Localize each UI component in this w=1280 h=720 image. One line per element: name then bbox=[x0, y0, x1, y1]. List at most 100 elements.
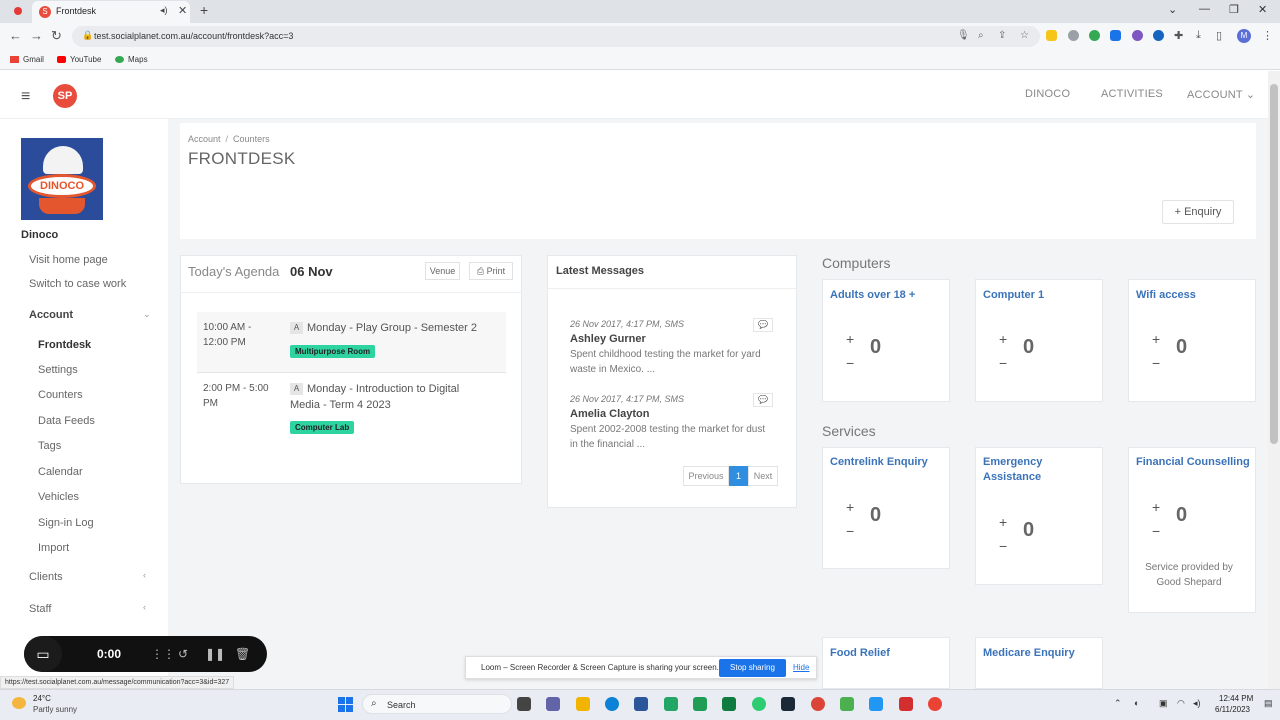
whatsapp-icon[interactable] bbox=[752, 697, 766, 711]
bookmark-gmail[interactable]: Gmail bbox=[10, 55, 44, 64]
bookmark-maps[interactable]: Maps bbox=[115, 55, 148, 64]
reply-chat-icon[interactable]: 💬 bbox=[753, 393, 773, 407]
hamburger-menu-icon[interactable]: ≡ bbox=[21, 88, 30, 106]
sidebar-item-sign-in-log[interactable]: Sign-in Log bbox=[38, 517, 94, 529]
forward-icon[interactable]: → bbox=[30, 28, 43, 43]
sidebar-item-settings[interactable]: Settings bbox=[38, 364, 78, 376]
print-button[interactable]: ⎙ Print bbox=[469, 262, 513, 280]
extension-6-icon[interactable] bbox=[1153, 30, 1164, 41]
teams-chat-icon[interactable] bbox=[546, 697, 560, 711]
clock-time[interactable]: 12:44 PM bbox=[1219, 694, 1253, 703]
camera-icon[interactable]: ▭ bbox=[24, 636, 62, 672]
increment-plus-icon[interactable]: + bbox=[999, 514, 1007, 530]
breadcrumb-account[interactable]: Account bbox=[188, 134, 221, 144]
switch-casework-link[interactable]: Switch to case work bbox=[29, 278, 126, 290]
extension-5-icon[interactable] bbox=[1132, 30, 1143, 41]
venue-button[interactable]: Venue bbox=[425, 262, 460, 280]
pager-previous[interactable]: Previous bbox=[683, 466, 729, 486]
downloads-icon[interactable]: ⤓ bbox=[1196, 29, 1201, 42]
sidebar-item-counters[interactable]: Counters bbox=[38, 389, 83, 401]
bookmark-star-icon[interactable]: ☆ bbox=[1020, 30, 1029, 41]
extension-3-icon[interactable] bbox=[1089, 30, 1100, 41]
share-icon[interactable]: ⇪ bbox=[998, 30, 1006, 41]
nav-account[interactable]: ACCOUNT ⌄ bbox=[1187, 88, 1255, 101]
enquiry-button[interactable]: + Enquiry bbox=[1162, 200, 1234, 224]
weather-sun-icon[interactable] bbox=[12, 697, 26, 709]
delete-trash-icon[interactable]: 🗑 bbox=[235, 647, 250, 661]
nav-activities[interactable]: ACTIVITIES bbox=[1101, 88, 1163, 100]
sidebar-item-frontdesk[interactable]: Frontdesk bbox=[38, 339, 91, 351]
app-icon-2[interactable] bbox=[869, 697, 883, 711]
new-tab-icon[interactable]: + bbox=[200, 2, 208, 18]
sheets-icon[interactable] bbox=[722, 697, 736, 711]
sidebar-item-calendar[interactable]: Calendar bbox=[38, 466, 83, 478]
pause-icon[interactable]: ❚❚ bbox=[205, 647, 225, 661]
snipping-icon[interactable] bbox=[840, 697, 854, 711]
decrement-minus-icon[interactable]: − bbox=[999, 355, 1007, 371]
increment-plus-icon[interactable]: + bbox=[1152, 331, 1160, 347]
tray-device-icon[interactable]: ▣ bbox=[1159, 698, 1168, 709]
reply-chat-icon[interactable]: 💬 bbox=[753, 318, 773, 332]
reload-icon[interactable]: ↻ bbox=[51, 28, 62, 44]
app-icon[interactable] bbox=[664, 697, 678, 711]
extensions-puzzle-icon[interactable]: ✚ bbox=[1174, 29, 1183, 42]
increment-plus-icon[interactable]: + bbox=[1152, 499, 1160, 515]
steam-icon[interactable] bbox=[781, 697, 795, 711]
chevron-down-icon[interactable]: ⌄ bbox=[143, 309, 151, 320]
pager-page-1[interactable]: 1 bbox=[729, 466, 748, 486]
sidebar-item-tags[interactable]: Tags bbox=[38, 440, 61, 452]
store-icon[interactable] bbox=[634, 697, 648, 711]
volume-icon[interactable]: ◂) bbox=[1193, 698, 1201, 709]
windows-start-icon[interactable] bbox=[338, 697, 353, 712]
decrement-minus-icon[interactable]: − bbox=[999, 538, 1007, 554]
tab-search-icon[interactable]: ⌄ bbox=[1168, 3, 1177, 16]
mic-icon[interactable]: 🎙 bbox=[957, 30, 970, 41]
chevron-left-icon[interactable]: ‹ bbox=[143, 602, 146, 612]
clock-date[interactable]: 6/11/2023 bbox=[1215, 705, 1250, 714]
chevron-left-icon[interactable]: ‹ bbox=[143, 570, 146, 580]
breadcrumb-counters[interactable]: Counters bbox=[233, 134, 270, 144]
browser-menu-icon[interactable]: ⋮ bbox=[1262, 29, 1273, 42]
file-explorer-icon[interactable] bbox=[576, 697, 590, 711]
profile-avatar[interactable]: M bbox=[1237, 29, 1251, 43]
chrome-icon[interactable] bbox=[811, 697, 825, 711]
extension-4-icon[interactable] bbox=[1110, 30, 1121, 41]
weather-description[interactable]: Partly sunny bbox=[33, 705, 77, 714]
decrement-minus-icon[interactable]: − bbox=[1152, 355, 1160, 371]
tray-expand-icon[interactable]: ⌃ bbox=[1114, 698, 1122, 709]
visit-home-link[interactable]: Visit home page bbox=[29, 254, 108, 266]
chrome-profile-icon[interactable] bbox=[928, 697, 942, 711]
sidebar-item-vehicles[interactable]: Vehicles bbox=[38, 491, 79, 503]
omnibox[interactable]: 🔒 test.socialplanet.com.au/account/front… bbox=[72, 26, 1040, 47]
stop-sharing-button[interactable]: Stop sharing bbox=[719, 659, 786, 677]
task-view-icon[interactable] bbox=[517, 697, 531, 711]
notifications-icon[interactable]: ▤ bbox=[1264, 698, 1273, 709]
close-tab-icon[interactable]: ✕ bbox=[178, 4, 187, 17]
tray-app-icon[interactable]: ◐ bbox=[1134, 698, 1139, 708]
increment-plus-icon[interactable]: + bbox=[999, 331, 1007, 347]
sidebar-item-import[interactable]: Import bbox=[38, 542, 69, 554]
increment-plus-icon[interactable]: + bbox=[846, 499, 854, 515]
sidebar-item-staff[interactable]: Staff bbox=[29, 603, 51, 615]
pager-next[interactable]: Next bbox=[748, 466, 778, 486]
agenda-item[interactable]: 2:00 PM - 5:00 PM A Monday - Introduction… bbox=[197, 373, 506, 443]
decrement-minus-icon[interactable]: − bbox=[846, 355, 854, 371]
extension-1-icon[interactable] bbox=[1046, 30, 1057, 41]
sidebar-item-data-feeds[interactable]: Data Feeds bbox=[38, 415, 95, 427]
minimize-icon[interactable]: — bbox=[1199, 3, 1210, 15]
zoom-icon[interactable]: ⌕ bbox=[978, 30, 984, 41]
decrement-minus-icon[interactable]: − bbox=[1152, 523, 1160, 539]
message-sender[interactable]: Ashley Gurner bbox=[570, 333, 646, 345]
bookmark-youtube[interactable]: YouTube bbox=[57, 55, 101, 64]
browser-tab[interactable]: S Frontdesk ◂) ✕ bbox=[32, 1, 190, 23]
wifi-icon[interactable]: ◠ bbox=[1177, 698, 1185, 709]
restart-icon[interactable]: ↺ bbox=[178, 647, 188, 661]
taskbar-search[interactable]: ⌕ Search bbox=[362, 694, 512, 714]
maximize-icon[interactable]: ❐ bbox=[1229, 3, 1239, 16]
excel-icon[interactable] bbox=[693, 697, 707, 711]
site-logo[interactable]: SP bbox=[53, 84, 77, 108]
speaker-icon[interactable]: ◂) bbox=[160, 5, 168, 16]
acrobat-icon[interactable] bbox=[899, 697, 913, 711]
side-panel-icon[interactable]: ▯ bbox=[1216, 29, 1222, 42]
org-logo[interactable]: DINOCO bbox=[21, 138, 103, 220]
